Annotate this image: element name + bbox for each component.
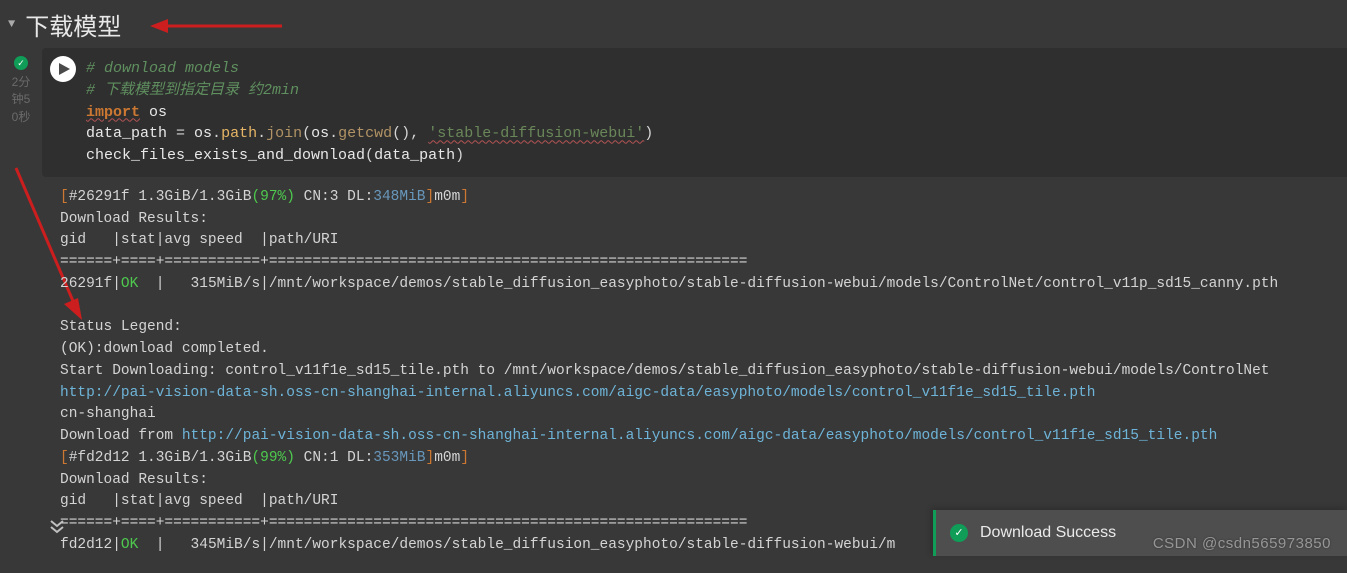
output-line: Download Results: bbox=[60, 211, 208, 227]
output-line: gid |stat|avg speed |path/URI bbox=[60, 232, 338, 248]
code-line: import os bbox=[86, 102, 1329, 124]
exec-time-line2: 钟5 bbox=[12, 91, 31, 108]
code-line: check_files_exists_and_download(data_pat… bbox=[86, 145, 1329, 167]
toast-success-icon: ✓ bbox=[950, 524, 968, 542]
output-url[interactable]: http://pai-vision-data-sh.oss-cn-shangha… bbox=[60, 385, 1095, 401]
watermark-text: CSDN @csdn565973850 bbox=[1153, 535, 1331, 552]
expand-output-icon[interactable] bbox=[48, 517, 66, 540]
output-line: Status Legend: bbox=[60, 319, 182, 335]
section-header: ▼ 下载模型 bbox=[0, 0, 1347, 48]
output-line: Download Results: bbox=[60, 472, 208, 488]
output-line: (OK):download completed. bbox=[60, 341, 269, 357]
section-title: 下载模型 bbox=[25, 7, 121, 42]
play-icon bbox=[58, 63, 70, 75]
cell-gutter: ✓ 2分 钟5 0秒 bbox=[0, 48, 42, 573]
code-line: data_path = os.path.join(os.getcwd(), 's… bbox=[86, 123, 1329, 145]
output-line: cn-shanghai bbox=[60, 406, 156, 422]
code-cell[interactable]: # download models # 下载模型到指定目录 约2min impo… bbox=[42, 48, 1347, 177]
cell-status-ok-icon: ✓ bbox=[14, 56, 28, 70]
output-line: Start Downloading: control_v11f1e_sd15_t… bbox=[60, 363, 1270, 379]
code-line: # download models bbox=[86, 58, 1329, 80]
output-url[interactable]: http://pai-vision-data-sh.oss-cn-shangha… bbox=[182, 428, 1217, 444]
collapse-toggle-icon[interactable]: ▼ bbox=[8, 17, 15, 31]
exec-time-line3: 0秒 bbox=[12, 109, 31, 126]
run-cell-button[interactable] bbox=[50, 56, 76, 82]
code-line: # 下载模型到指定目录 约2min bbox=[86, 80, 1329, 102]
output-line: ======+====+===========+================… bbox=[60, 254, 747, 270]
output-line: ======+====+===========+================… bbox=[60, 515, 747, 531]
toast-message: Download Success bbox=[980, 524, 1116, 542]
output-line: gid |stat|avg speed |path/URI bbox=[60, 493, 338, 509]
exec-time-line1: 2分 bbox=[12, 74, 31, 91]
